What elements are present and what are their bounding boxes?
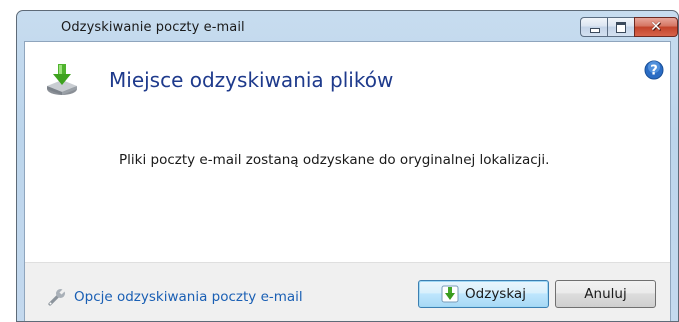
svg-text:?: ? — [650, 64, 658, 79]
caption-buttons: ✕ — [580, 17, 678, 39]
drive-download-icon — [47, 64, 77, 95]
help-icon[interactable]: ? — [644, 60, 664, 80]
cancel-button[interactable]: Anuluj — [555, 280, 656, 308]
minimize-icon — [590, 28, 600, 33]
page-heading: Miejsce odzyskiwania plików — [109, 68, 394, 92]
recover-button[interactable]: Odzyskaj — [418, 280, 549, 308]
close-button[interactable]: ✕ — [634, 17, 678, 37]
recovery-message: Pliki poczty e-mail zostaną odzyskane do… — [119, 152, 550, 168]
maximize-button[interactable] — [607, 17, 634, 37]
wrench-icon — [48, 288, 66, 306]
minimize-button[interactable] — [580, 17, 607, 37]
recovery-dialog: Odzyskiwanie poczty e-mail ✕ Miejsce odz… — [16, 10, 679, 322]
title-bar[interactable]: Odzyskiwanie poczty e-mail ✕ — [17, 11, 678, 41]
dialog-footer: Opcje odzyskiwania poczty e-mail Odzyska… — [25, 262, 670, 321]
options-link-label: Opcje odzyskiwania poczty e-mail — [74, 289, 303, 305]
maximize-icon — [616, 22, 626, 33]
recover-button-label: Odzyskaj — [465, 286, 526, 302]
dialog-body: Miejsce odzyskiwania plików ? Pliki pocz… — [24, 41, 671, 321]
green-down-arrow-icon — [441, 285, 459, 303]
window-title: Odzyskiwanie poczty e-mail — [61, 20, 245, 35]
close-icon: ✕ — [650, 19, 662, 35]
cancel-button-label: Anuluj — [584, 286, 627, 302]
options-link[interactable]: Opcje odzyskiwania poczty e-mail — [47, 287, 303, 307]
